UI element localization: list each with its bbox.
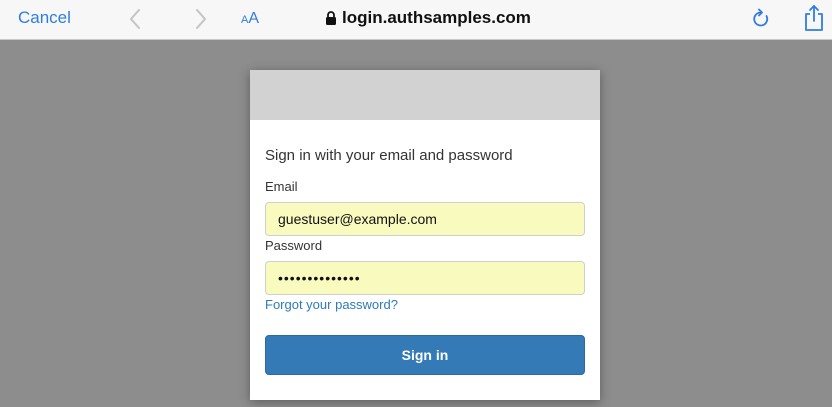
sign-in-button[interactable]: Sign in xyxy=(265,335,585,375)
browser-toolbar: Cancel AA login.authsamples.com xyxy=(0,0,832,40)
lock-icon xyxy=(326,11,336,25)
share-icon[interactable] xyxy=(804,4,824,32)
password-label: Password xyxy=(265,238,323,253)
address-bar[interactable]: login.authsamples.com xyxy=(325,7,531,29)
login-dialog: Sign in with your email and password Ema… xyxy=(250,70,600,400)
text-size-large-label: A xyxy=(248,10,260,27)
text-size-button[interactable]: AA xyxy=(241,9,259,30)
url-text: login.authsamples.com xyxy=(342,8,531,27)
forgot-password-link[interactable]: Forgot your password? xyxy=(265,297,398,313)
cancel-button[interactable]: Cancel xyxy=(18,8,71,28)
chevron-right-icon[interactable] xyxy=(194,8,208,30)
password-input[interactable] xyxy=(265,261,585,295)
reload-icon[interactable] xyxy=(751,8,771,30)
email-input[interactable] xyxy=(265,202,585,236)
email-label: Email xyxy=(265,179,298,194)
dialog-banner xyxy=(250,70,600,120)
login-heading: Sign in with your email and password xyxy=(265,147,513,164)
chevron-left-icon[interactable] xyxy=(128,8,142,30)
